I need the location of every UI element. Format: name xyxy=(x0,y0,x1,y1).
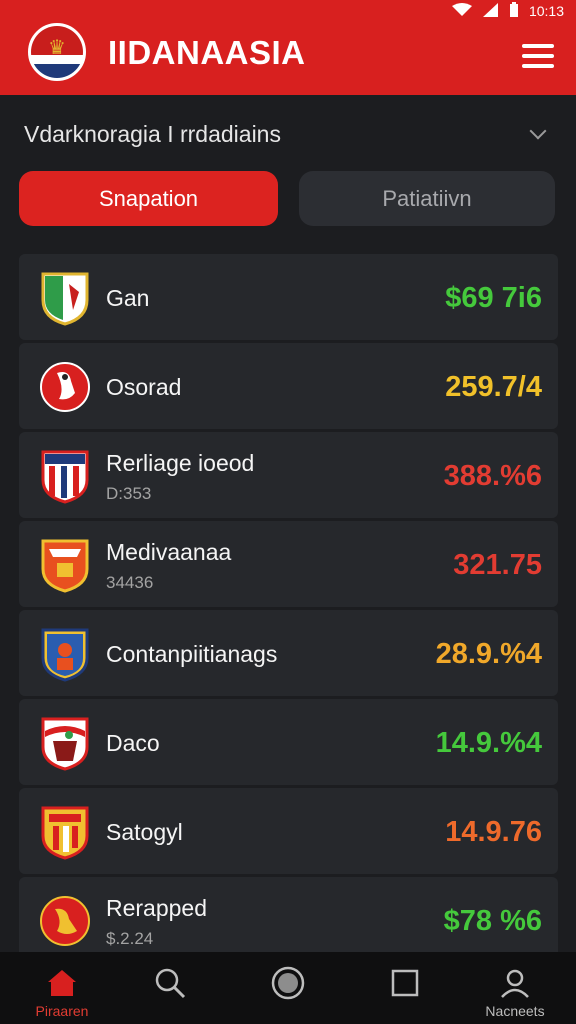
home-icon xyxy=(46,967,78,999)
tab-patiatiivn[interactable]: Patiatiivn xyxy=(299,171,555,226)
list-item[interactable]: Gan $69 7i6 xyxy=(19,254,558,340)
nav-search[interactable] xyxy=(125,952,215,1024)
league-filter-dropdown[interactable]: Vdarknoragia I rrdadiains xyxy=(24,117,550,151)
item-name: Rerliage ioeod xyxy=(106,450,255,476)
striped-shield-icon xyxy=(39,448,91,504)
item-name: Contanpiitianags xyxy=(106,641,278,667)
app-title: IIDANAASIA xyxy=(108,34,306,71)
battery-icon xyxy=(509,1,519,21)
status-bar: 10:13 xyxy=(451,1,564,21)
item-name: Rerapped xyxy=(106,895,208,921)
nav-profile-label: Nacneets xyxy=(485,1003,545,1019)
item-value: $69 7i6 xyxy=(445,282,542,314)
item-name: Satogyl xyxy=(106,819,183,845)
list-item[interactable]: Contanpiitianags 28.9.%4 xyxy=(19,610,558,696)
item-subtitle: $.2.24 xyxy=(106,929,154,948)
team-list: Gan $69 7i6 Osorad 259.7/4 Rerliage ioeo… xyxy=(19,254,558,966)
square-icon xyxy=(390,967,420,999)
list-item[interactable]: Rerliage ioeod D:353 388.%6 xyxy=(19,432,558,518)
wifi-icon xyxy=(451,2,473,20)
nav-profile[interactable]: Nacneets xyxy=(470,952,560,1024)
item-value: 321.75 xyxy=(453,549,542,581)
profile-icon xyxy=(499,967,531,999)
menu-icon[interactable] xyxy=(522,44,554,68)
item-subtitle: D:353 xyxy=(106,484,152,503)
yellow-red-shield-icon xyxy=(39,804,91,860)
item-value: 14.9.76 xyxy=(445,816,542,848)
item-value: 14.9.%4 xyxy=(435,727,542,759)
signal-icon xyxy=(482,2,499,20)
garuda-emblem-icon: ♛ xyxy=(48,37,66,59)
item-name: Medivaanaa xyxy=(106,539,232,565)
green-white-shield-icon xyxy=(39,270,91,326)
app-logo: ♛ xyxy=(28,23,86,81)
app-root: 10:13 ♛ IIDANAASIA Vdarknoragia I rrdadi… xyxy=(0,0,576,1024)
nav-home[interactable]: Piraaren xyxy=(17,952,107,1024)
orange-shield-icon xyxy=(39,537,91,593)
nav-home-label: Piraaren xyxy=(35,1003,89,1019)
nav-square[interactable] xyxy=(360,952,450,1024)
item-value: $78 %6 xyxy=(443,905,542,937)
item-value: 259.7/4 xyxy=(445,371,542,403)
list-item[interactable]: Satogyl 14.9.76 xyxy=(19,788,558,874)
status-time: 10:13 xyxy=(528,3,564,19)
item-name: Daco xyxy=(106,730,160,756)
record-icon xyxy=(270,966,306,1000)
item-value: 28.9.%4 xyxy=(435,638,542,670)
item-name: Gan xyxy=(106,285,150,311)
item-subtitle: 34436 xyxy=(106,573,154,592)
search-icon xyxy=(153,967,187,999)
item-value: 388.%6 xyxy=(443,460,542,492)
chevron-down-icon xyxy=(529,122,547,140)
list-item[interactable]: Osorad 259.7/4 xyxy=(19,343,558,429)
red-white-shield-icon xyxy=(39,715,91,771)
filter-label: Vdarknoragia I rrdadiains xyxy=(24,120,281,147)
red-round-crest-icon xyxy=(39,359,91,415)
nav-record[interactable] xyxy=(243,952,333,1024)
list-item[interactable]: Medivaanaa 34436 321.75 xyxy=(19,521,558,607)
bottom-navigation: Piraaren Nacneets xyxy=(0,952,576,1024)
blue-shield-icon xyxy=(39,626,91,682)
item-name: Osorad xyxy=(106,374,182,400)
tab-snapation[interactable]: Snapation xyxy=(19,171,278,226)
list-item[interactable]: Rerapped $.2.24 $78 %6 xyxy=(19,877,558,963)
list-item[interactable]: Daco 14.9.%4 xyxy=(19,699,558,785)
app-header: 10:13 ♛ IIDANAASIA xyxy=(0,0,576,95)
red-round-emblem-icon xyxy=(39,893,91,949)
